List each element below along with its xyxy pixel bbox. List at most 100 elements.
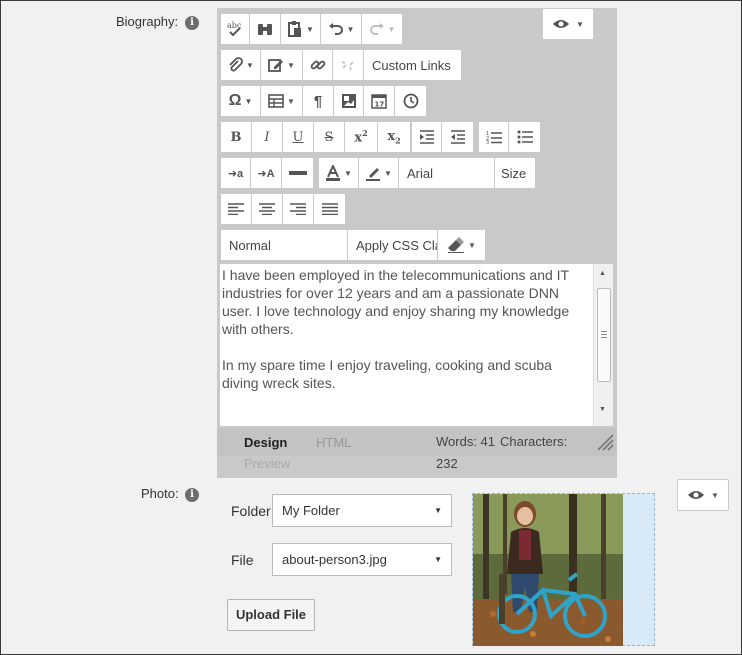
file-select-value: about-person3.jpg: [282, 552, 387, 567]
italic-button[interactable]: I: [252, 122, 283, 152]
find-button[interactable]: [250, 14, 281, 44]
strikethrough-icon: S: [324, 129, 334, 145]
font-color-button[interactable]: ▼: [319, 158, 359, 188]
bullet-list-button[interactable]: [509, 122, 540, 152]
photo-preview-image: [473, 494, 623, 646]
unlink-button[interactable]: [333, 50, 364, 80]
scroll-down-icon[interactable]: ▼: [599, 406, 606, 413]
table-button[interactable]: ▼: [261, 86, 303, 116]
strikethrough-button[interactable]: S: [314, 122, 345, 152]
toolbar-row-1: abc ▼ ▼ ▼: [221, 14, 406, 44]
toolbar-row-5-font: ▼ ▼ Arial Size: [319, 158, 535, 188]
undo-button[interactable]: ▼: [321, 14, 362, 44]
link-icon: [310, 60, 325, 70]
toolbar-row-4-indent: [412, 122, 473, 152]
font-size-select[interactable]: Size: [495, 158, 535, 188]
scrollbar-thumb[interactable]: [597, 288, 611, 382]
toolbar-row-7: Normal Apply CSS Cla ▼: [221, 230, 485, 260]
photo-visibility-dropdown[interactable]: ▼: [677, 479, 729, 511]
eraser-icon: [448, 237, 465, 253]
indent-button[interactable]: [412, 122, 442, 152]
subscript-button[interactable]: x2: [378, 122, 410, 152]
tab-preview[interactable]: Preview: [244, 456, 290, 471]
character-count-value: 232: [436, 456, 458, 471]
photo-label: Photo:: [141, 486, 179, 501]
tab-design[interactable]: Design: [244, 435, 287, 450]
underline-icon: U: [292, 129, 304, 145]
chevron-down-icon: ▼: [434, 506, 442, 515]
outdent-button[interactable]: [442, 122, 473, 152]
bold-icon: B: [230, 129, 242, 145]
image-button[interactable]: [334, 86, 364, 116]
align-right-icon: [290, 203, 306, 215]
link-button[interactable]: [303, 50, 333, 80]
upload-file-button[interactable]: Upload File: [227, 599, 315, 631]
spellcheck-button[interactable]: abc: [221, 14, 250, 44]
font-name-select[interactable]: Arial: [399, 158, 495, 188]
paste-button[interactable]: ▼: [281, 14, 321, 44]
pilcrow-icon: ¶: [313, 92, 323, 110]
align-right-button[interactable]: [283, 194, 314, 224]
subscript-icon: x2: [387, 128, 401, 146]
outdent-icon: [450, 130, 465, 144]
file-select[interactable]: about-person3.jpg ▼: [272, 543, 452, 576]
folder-select[interactable]: My Folder ▼: [272, 494, 452, 527]
paragraph-style-select[interactable]: Normal: [221, 230, 348, 260]
paperclip-icon: [229, 57, 243, 72]
chevron-down-icon: ▼: [287, 96, 295, 106]
underline-button[interactable]: U: [283, 122, 314, 152]
align-left-icon: [228, 203, 244, 215]
align-center-icon: [259, 203, 275, 215]
editor-scrollbar[interactable]: ▲ ▼: [593, 264, 613, 426]
show-blocks-button[interactable]: ¶: [303, 86, 334, 116]
superscript-button[interactable]: x2: [345, 122, 378, 152]
resize-grip-icon[interactable]: [594, 433, 614, 451]
horizontal-rule-icon: [288, 171, 307, 175]
ltr-button[interactable]: ➜a: [221, 158, 251, 188]
toolbar-row-5-direction: ➜a ➜A: [221, 158, 313, 188]
bold-button[interactable]: B: [221, 122, 252, 152]
tab-html[interactable]: HTML: [316, 435, 351, 450]
css-class-select[interactable]: Apply CSS Cla: [348, 230, 438, 260]
folder-select-value: My Folder: [282, 503, 340, 518]
italic-icon: I: [264, 129, 270, 145]
chevron-down-icon: ▼: [434, 555, 442, 564]
chevron-down-icon: ▼: [246, 60, 254, 70]
svg-text:17: 17: [375, 101, 385, 109]
calendar-icon: 17: [371, 94, 387, 109]
bullet-list-icon: [517, 130, 533, 144]
edit-button[interactable]: ▼: [261, 50, 303, 80]
redo-button[interactable]: ▼: [362, 14, 402, 44]
numbered-list-button[interactable]: 123: [479, 122, 509, 152]
justify-button[interactable]: [314, 194, 345, 224]
highlight-icon: [366, 168, 381, 181]
toolbar-row-4-format: B I U S x2 x2: [221, 122, 410, 152]
undo-icon: [328, 23, 343, 35]
chevron-down-icon: ▼: [468, 240, 476, 250]
align-left-button[interactable]: [221, 194, 252, 224]
indent-icon: [419, 130, 434, 144]
numbered-list-icon: 123: [486, 131, 502, 144]
chevron-down-icon: ▼: [346, 24, 355, 34]
align-center-button[interactable]: [252, 194, 283, 224]
horizontal-rule-button[interactable]: [282, 158, 313, 188]
photo-info-icon[interactable]: i: [185, 488, 199, 502]
highlight-button[interactable]: ▼: [359, 158, 399, 188]
insert-date-button[interactable]: 17: [364, 86, 395, 116]
attach-button[interactable]: ▼: [221, 50, 261, 80]
special-character-button[interactable]: Ω ▼: [221, 86, 261, 116]
editor-content-area[interactable]: I have been employed in the telecommunic…: [220, 264, 593, 426]
scroll-up-icon[interactable]: ▲: [599, 270, 606, 277]
rtl-button[interactable]: ➜A: [251, 158, 282, 188]
toolbar-row-2: ▼ ▼ Custom Links: [221, 50, 461, 80]
clear-formatting-button[interactable]: ▼: [438, 230, 485, 260]
chevron-down-icon: ▼: [576, 19, 584, 29]
custom-links-button[interactable]: Custom Links: [364, 50, 461, 80]
binoculars-icon: [258, 24, 272, 35]
chevron-down-icon: ▼: [387, 24, 396, 34]
insert-time-button[interactable]: [395, 86, 426, 116]
visibility-dropdown[interactable]: ▼: [542, 8, 594, 40]
chevron-down-icon: ▼: [384, 168, 392, 178]
toolbar-row-6-align: [221, 194, 345, 224]
biography-info-icon[interactable]: i: [185, 16, 199, 30]
